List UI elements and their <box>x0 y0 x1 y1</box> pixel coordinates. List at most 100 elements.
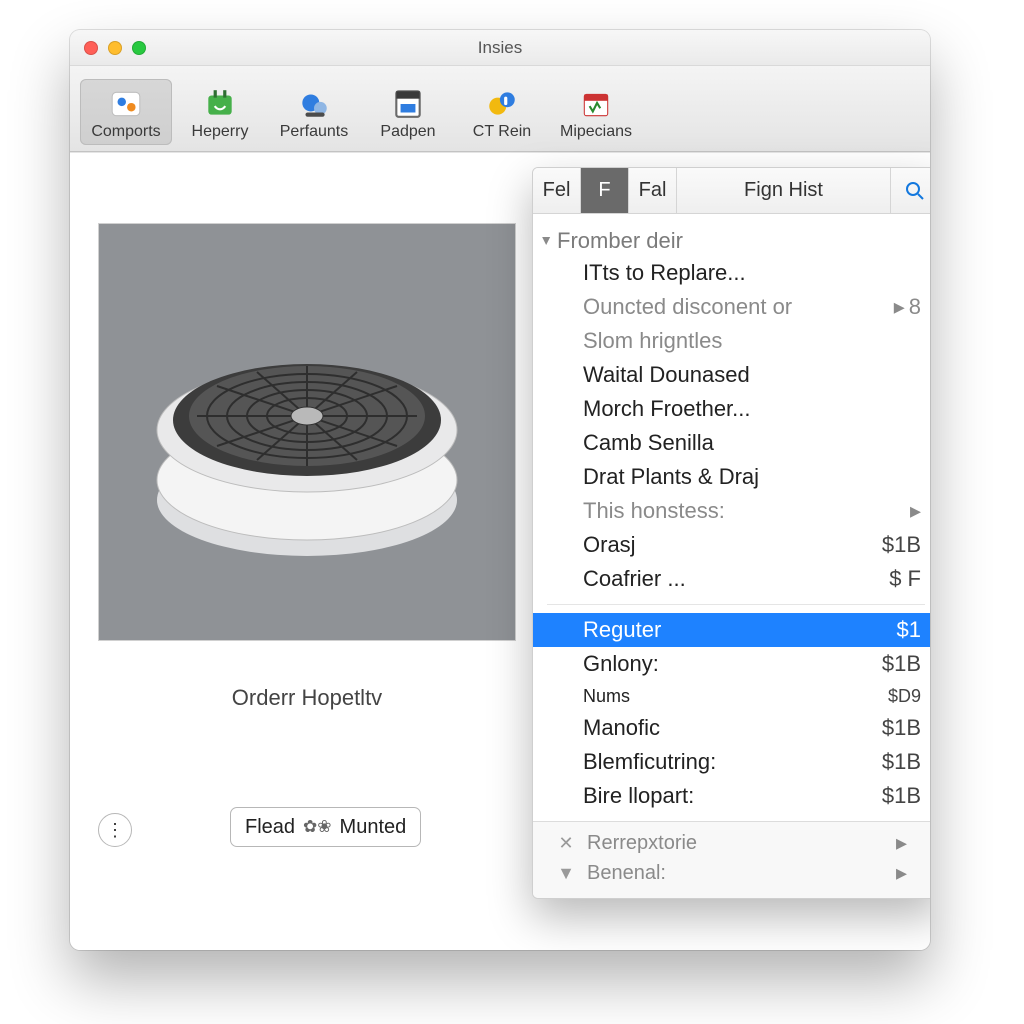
more-options-button[interactable]: ⋮ <box>98 813 132 847</box>
submenu-arrow-icon: ▸ <box>896 860 907 886</box>
menu-item[interactable]: Camb Senilla <box>533 426 930 460</box>
fan-grille-icon <box>137 262 477 602</box>
ctrein-icon <box>458 85 546 123</box>
menu-item[interactable]: Drat Plants & Draj <box>533 460 930 494</box>
separator <box>547 604 925 605</box>
menu-item-trail: $1B <box>882 715 921 741</box>
panel-footer: ✕ Rerrepxtorie ▸ ▼ Benenal: ▸ <box>533 821 930 898</box>
toolbar-label: Comports <box>82 123 170 141</box>
menu-item[interactable]: Nums $D9 <box>533 681 930 711</box>
product-preview-image <box>98 223 516 641</box>
menu-item[interactable]: Gnlony: $1B <box>533 647 930 681</box>
toolbar-tab-ctrein[interactable]: CT Rein <box>456 79 548 145</box>
toolbar-label: Perfaunts <box>270 123 358 141</box>
menu-item[interactable]: Blemficutring: $1B <box>533 745 930 779</box>
section-subheader: This honstess: ▸ <box>533 494 930 528</box>
segment-decoration-icon: ✿❀ <box>303 817 332 837</box>
footer-item-label: Rerrepxtorie <box>577 832 896 855</box>
toolbar-label: Padpen <box>364 123 452 141</box>
menu-item[interactable]: Ouncted disconent or ▸ 8 <box>533 290 930 324</box>
toolbar-label: CT Rein <box>458 123 546 141</box>
panel-body: ▸ Fromber deir ITts to Replare... Ouncte… <box>533 214 930 821</box>
zoom-window-button[interactable] <box>132 41 146 55</box>
padpen-icon <box>364 85 452 123</box>
app-window: Insies Comports Heperry Perfaunts Padpen <box>70 30 930 950</box>
panel-tab-fal[interactable]: Fal <box>629 168 677 213</box>
traffic-lights <box>84 41 146 55</box>
search-icon <box>905 181 925 201</box>
window-title: Insies <box>478 38 522 58</box>
menu-item-trail: $1B <box>882 783 921 809</box>
menu-item-label: ITts to Replare... <box>583 260 746 286</box>
menu-item-label: Waital Dounased <box>583 362 750 388</box>
menu-item-trail: $1B <box>882 532 921 558</box>
side-panel: Fel F Fal Fign Hist ▸ Fromber deir ITts … <box>532 167 930 899</box>
menu-item-label: Bire llopart: <box>583 783 694 809</box>
comports-icon <box>82 85 170 123</box>
ellipsis-icon: ⋮ <box>106 820 124 841</box>
panel-tab-fel[interactable]: Fel <box>533 168 581 213</box>
panel-search-button[interactable] <box>891 168 930 213</box>
toolbar-tab-mipecians[interactable]: Mipecians <box>550 79 642 145</box>
submenu-arrow-icon: ▸ <box>896 830 907 856</box>
menu-item-label: Blemficutring: <box>583 749 716 775</box>
toolbar-tab-perfaunts[interactable]: Perfaunts <box>268 79 360 145</box>
section-title: Fromber deir <box>557 228 683 254</box>
footer-item-label: Benenal: <box>577 862 896 885</box>
menu-item[interactable]: ITts to Replare... <box>533 256 930 290</box>
menu-item-selected[interactable]: Reguter $1 <box>533 613 930 647</box>
menu-item-label: Gnlony: <box>583 651 659 677</box>
segment-label-1: Flead <box>245 816 295 839</box>
menu-item-trail: $ F <box>889 566 921 592</box>
footer-item-benenal[interactable]: ▼ Benenal: ▸ <box>551 858 925 888</box>
content-area: Orderr Hopetltv ⋮ Flead ✿❀ Munted Fel F … <box>70 152 930 950</box>
footer-item-rerrepxtorie[interactable]: ✕ Rerrepxtorie ▸ <box>551 828 925 858</box>
menu-item-label: Nums <box>583 686 630 707</box>
bottom-segmented-control[interactable]: Flead ✿❀ Munted <box>230 807 421 847</box>
menu-item-label: Manofic <box>583 715 660 741</box>
chevron-down-icon: ▼ <box>555 863 577 884</box>
menu-item[interactable]: Bire llopart: $1B <box>533 779 930 813</box>
menu-item[interactable]: Morch Froether... <box>533 392 930 426</box>
panel-tab-fign-hist[interactable]: Fign Hist <box>677 168 891 213</box>
menu-item-trail: $1B <box>882 651 921 677</box>
menu-item-label: Ouncted disconent or <box>583 294 792 320</box>
close-window-button[interactable] <box>84 41 98 55</box>
menu-item[interactable]: Slom hrigntles <box>533 324 930 358</box>
menu-item-label: Orasj <box>583 532 636 558</box>
heperry-icon <box>176 85 264 123</box>
menu-item[interactable]: Orasj $1B <box>533 528 930 562</box>
submenu-arrow-icon: ▸ <box>910 498 921 524</box>
submenu-arrow-icon: ▸ <box>894 294 905 320</box>
chevron-down-icon: ▸ <box>537 237 557 245</box>
menu-item[interactable]: Waital Dounased <box>533 358 930 392</box>
menu-item-trail: ▸ 8 <box>894 294 921 320</box>
toolbar-tab-heperry[interactable]: Heperry <box>174 79 266 145</box>
close-icon: ✕ <box>555 833 577 854</box>
preview-panel: Orderr Hopetltv <box>98 223 516 711</box>
toolbar-tab-comports[interactable]: Comports <box>80 79 172 145</box>
perfaunts-icon <box>270 85 358 123</box>
menu-item-label: Camb Senilla <box>583 430 714 456</box>
menu-item-label: Morch Froether... <box>583 396 751 422</box>
section-header-fromber[interactable]: ▸ Fromber deir <box>533 224 930 256</box>
menu-item-trail: $D9 <box>888 686 921 707</box>
subheader-label: This honstess: <box>583 498 725 524</box>
toolbar-tab-padpen[interactable]: Padpen <box>362 79 454 145</box>
toolbar-label: Heperry <box>176 123 264 141</box>
panel-tabs: Fel F Fal Fign Hist <box>533 168 930 214</box>
menu-item[interactable]: Coafrier ... $ F <box>533 562 930 596</box>
menu-item-label: Slom hrigntles <box>583 328 722 354</box>
menu-item-label: Coafrier ... <box>583 566 686 592</box>
toolbar: Comports Heperry Perfaunts Padpen CT Rei… <box>70 66 930 152</box>
menu-item-trail: $1 <box>897 617 921 643</box>
panel-tab-f[interactable]: F <box>581 168 629 213</box>
menu-item[interactable]: Manofic $1B <box>533 711 930 745</box>
toolbar-label: Mipecians <box>552 123 640 141</box>
menu-item-label: Drat Plants & Draj <box>583 464 759 490</box>
titlebar: Insies <box>70 30 930 66</box>
mipecians-icon <box>552 85 640 123</box>
minimize-window-button[interactable] <box>108 41 122 55</box>
preview-caption: Orderr Hopetltv <box>98 685 516 711</box>
menu-item-trail: $1B <box>882 749 921 775</box>
